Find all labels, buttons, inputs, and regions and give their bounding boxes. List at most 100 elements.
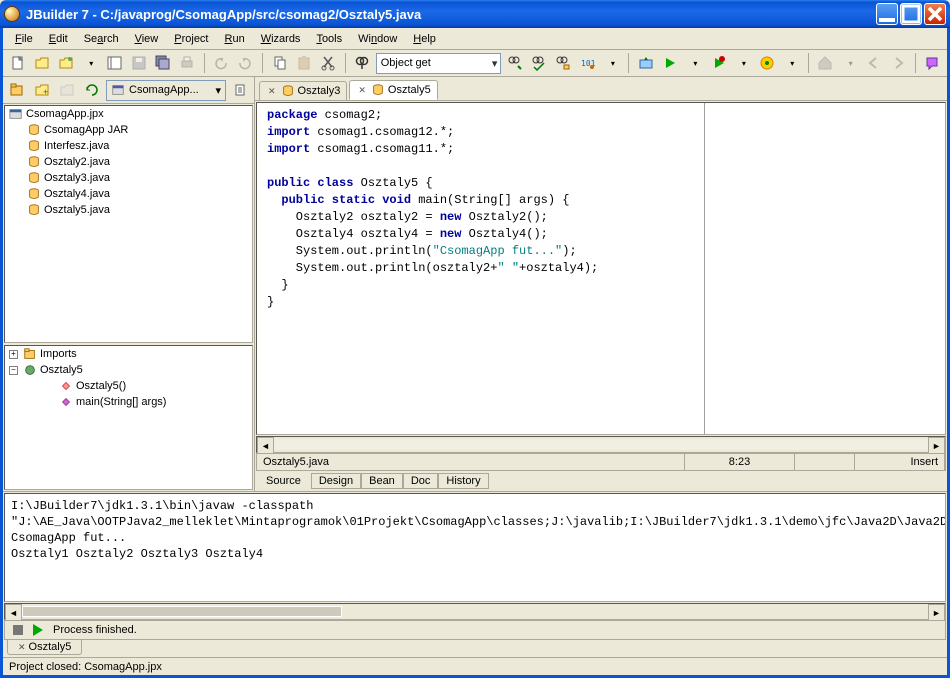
menu-project[interactable]: Project — [168, 31, 214, 47]
editor-tab-label: Osztaly3 — [298, 85, 341, 97]
debug-button[interactable] — [708, 52, 729, 74]
find-button[interactable] — [352, 52, 373, 74]
tree-root[interactable]: CsomagApp.jpx — [5, 106, 252, 122]
print-button[interactable] — [176, 52, 197, 74]
scroll-right-icon[interactable]: ► — [928, 604, 945, 621]
project-panel: + CsomagApp... CsomagApp.jpx CsomagApp J… — [3, 77, 255, 491]
editor-tab-osztaly3[interactable]: ✕ Osztaly3 — [259, 81, 347, 100]
save-button[interactable] — [128, 52, 149, 74]
menu-search[interactable]: Search — [78, 31, 125, 47]
structure-class[interactable]: − Osztaly5 — [5, 362, 252, 378]
close-button[interactable] — [924, 3, 946, 25]
project-selector[interactable]: CsomagApp... — [106, 80, 226, 101]
search-combo[interactable]: Object get — [376, 53, 502, 74]
expand-icon[interactable]: + — [9, 350, 18, 359]
menu-edit[interactable]: Edit — [43, 31, 74, 47]
goto-dropdown[interactable] — [601, 52, 622, 74]
remove-file-button[interactable] — [56, 79, 78, 101]
console-tab-close-icon[interactable]: ✕ — [18, 642, 26, 653]
tab-history[interactable]: History — [438, 473, 488, 489]
project-tree[interactable]: CsomagApp.jpx CsomagApp JAR Interfesz.ja… — [4, 105, 253, 343]
menu-view[interactable]: View — [129, 31, 165, 47]
structure-imports[interactable]: + Imports — [5, 346, 252, 362]
project-props-button[interactable] — [229, 79, 251, 101]
optimize-button[interactable] — [756, 52, 777, 74]
menu-run[interactable]: Run — [219, 31, 251, 47]
cut-button[interactable] — [317, 52, 338, 74]
structure-main[interactable]: main(String[] args) — [5, 394, 252, 410]
new-project-button[interactable] — [6, 79, 28, 101]
editor-hscrollbar[interactable]: ◄ ► — [256, 436, 946, 453]
tree-item-osztaly2[interactable]: Osztaly2.java — [5, 154, 252, 170]
paste-button[interactable] — [293, 52, 314, 74]
run-dropdown[interactable] — [684, 52, 705, 74]
console-hscrollbar[interactable]: ◄ ► — [4, 603, 946, 620]
tree-item-osztaly4[interactable]: Osztaly4.java — [5, 186, 252, 202]
menu-bar: File Edit Search View Project Run Wizard… — [3, 28, 947, 50]
tab-design[interactable]: Design — [311, 473, 361, 489]
forward-button[interactable] — [887, 52, 908, 74]
find-in-path-button[interactable] — [529, 52, 550, 74]
scroll-right-icon[interactable]: ► — [928, 437, 945, 454]
home-dropdown[interactable] — [839, 52, 860, 74]
goto-button[interactable]: 101 — [577, 52, 598, 74]
editor-panel: ✕ Osztaly3 ✕ Osztaly5 package csomag2; i… — [255, 77, 947, 491]
console-tab-osztaly5[interactable]: ✕ Osztaly5 — [7, 640, 82, 655]
copy-button[interactable] — [269, 52, 290, 74]
structure-tree[interactable]: + Imports − Osztaly5 Osztaly5() main(Str… — [4, 345, 253, 490]
console-line: CsomagApp fut... — [11, 530, 939, 546]
stop-icon[interactable] — [13, 625, 23, 635]
project-selector-label: CsomagApp... — [129, 84, 199, 96]
reopen-button[interactable] — [55, 52, 76, 74]
scroll-thumb[interactable] — [22, 606, 342, 617]
minimize-button[interactable] — [876, 3, 898, 25]
find-next-button[interactable] — [504, 52, 525, 74]
maximize-button[interactable] — [900, 3, 922, 25]
optimize-dropdown[interactable] — [781, 52, 802, 74]
editor-status-bar: Osztaly5.java 8:23 Insert — [256, 453, 946, 471]
tab-close-icon[interactable]: ✕ — [356, 85, 368, 96]
menu-tools[interactable]: Tools — [310, 31, 348, 47]
tree-item-interfesz[interactable]: Interfesz.java — [5, 138, 252, 154]
collapse-icon[interactable]: − — [9, 366, 18, 375]
undo-button[interactable] — [211, 52, 232, 74]
add-file-button[interactable]: + — [31, 79, 53, 101]
replace-button[interactable] — [553, 52, 574, 74]
menu-help[interactable]: Help — [407, 31, 442, 47]
tab-close-icon[interactable]: ✕ — [266, 86, 278, 97]
process-status-text: Process finished. — [53, 624, 137, 636]
editor-tab-osztaly5[interactable]: ✕ Osztaly5 — [349, 80, 437, 100]
redo-button[interactable] — [235, 52, 256, 74]
save-all-button[interactable] — [152, 52, 173, 74]
editor-split-line[interactable] — [704, 103, 705, 434]
run-icon[interactable] — [33, 624, 43, 636]
tab-doc[interactable]: Doc — [403, 473, 439, 489]
console-panel: I:\JBuilder7\jdk1.3.1\bin\javaw -classpa… — [3, 492, 947, 657]
menu-wizards[interactable]: Wizards — [255, 31, 307, 47]
scroll-left-icon[interactable]: ◄ — [257, 437, 274, 454]
menu-window[interactable]: Window — [352, 31, 403, 47]
run-button[interactable] — [660, 52, 681, 74]
code-editor[interactable]: package csomag2; import csomag1.csomag12… — [256, 102, 946, 435]
help-button[interactable] — [922, 52, 943, 74]
main-toolbar: Object get 101 — [3, 50, 947, 76]
close-project-button[interactable] — [104, 52, 125, 74]
structure-ctor[interactable]: Osztaly5() — [5, 378, 252, 394]
tree-item-osztaly5[interactable]: Osztaly5.java — [5, 202, 252, 218]
menu-file[interactable]: File — [9, 31, 39, 47]
tab-source[interactable]: Source — [259, 474, 308, 488]
tree-item-jar[interactable]: CsomagApp JAR — [5, 122, 252, 138]
debug-dropdown[interactable] — [732, 52, 753, 74]
home-button[interactable] — [815, 52, 836, 74]
refresh-button[interactable] — [81, 79, 103, 101]
back-button[interactable] — [863, 52, 884, 74]
scroll-left-icon[interactable]: ◄ — [5, 604, 22, 621]
open-button[interactable] — [31, 52, 52, 74]
new-button[interactable] — [7, 52, 28, 74]
editor-tab-label: Osztaly5 — [388, 84, 431, 96]
console-output[interactable]: I:\JBuilder7\jdk1.3.1\bin\javaw -classpa… — [4, 493, 946, 602]
make-button[interactable] — [635, 52, 656, 74]
tree-item-osztaly3[interactable]: Osztaly3.java — [5, 170, 252, 186]
reopen-dropdown[interactable] — [80, 52, 101, 74]
tab-bean[interactable]: Bean — [361, 473, 403, 489]
